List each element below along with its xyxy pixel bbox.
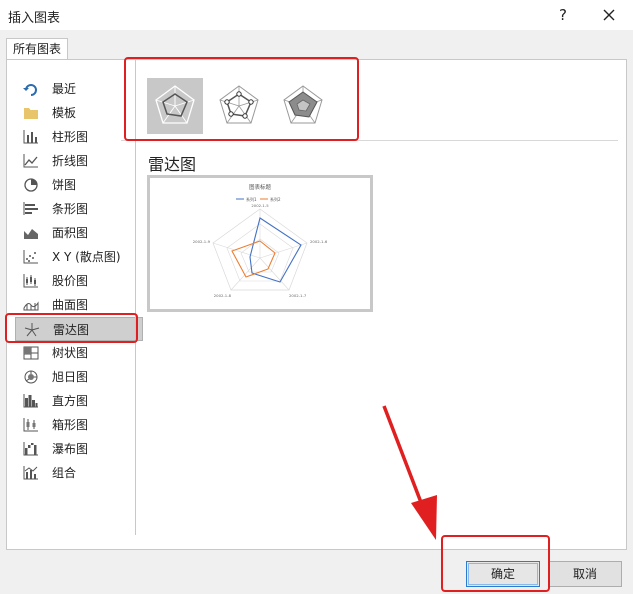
radar-preview-chart: 图表标题 系列1 系列2 2002-1-5 2002-1-6 2002-1-7 … xyxy=(193,183,328,298)
annotation-box-ok xyxy=(441,535,550,592)
combo-chart-icon xyxy=(23,466,38,480)
sidebar-item-label: 模板 xyxy=(52,106,77,120)
sidebar-item-label: 瀑布图 xyxy=(52,442,89,456)
axis-label: 2002-1-6 xyxy=(310,239,328,244)
legend-label-series1: 系列1 xyxy=(246,196,257,202)
sidebar-item-label: X Y (散点图) xyxy=(52,250,121,264)
chart-preview[interactable]: 图表标题 系列1 系列2 2002-1-5 2002-1-6 2002-1-7 … xyxy=(147,175,373,312)
tab-all-charts[interactable]: 所有图表 xyxy=(6,38,69,60)
radar-spokes xyxy=(212,209,308,291)
sidebar-item-label: 条形图 xyxy=(52,202,89,216)
annotation-box-subtypes xyxy=(124,57,359,141)
close-icon xyxy=(603,9,615,21)
sidebar-item-label: 折线图 xyxy=(52,154,89,168)
close-button[interactable] xyxy=(598,4,620,26)
sidebar-item-sunburst[interactable]: 旭日图 xyxy=(15,365,143,389)
sidebar-item-label: 柱形图 xyxy=(52,130,89,144)
bar-chart-icon xyxy=(23,202,38,215)
sidebar-item-combo[interactable]: 组合 xyxy=(15,461,143,485)
sidebar-item-treemap[interactable]: 树状图 xyxy=(15,341,143,365)
chart-type-title: 雷达图 xyxy=(148,155,197,174)
dialog-title: 插入图表 xyxy=(8,11,61,26)
sidebar-item-histogram[interactable]: 直方图 xyxy=(15,389,143,413)
scatter-chart-icon xyxy=(23,250,38,264)
sidebar-item-label: 最近 xyxy=(52,82,77,96)
folder-icon xyxy=(24,108,38,119)
sidebar-item-box-whisker[interactable]: 箱形图 xyxy=(15,413,143,437)
legend-label-series2: 系列2 xyxy=(270,196,281,202)
stock-chart-icon xyxy=(23,274,38,288)
sidebar-item-label: 树状图 xyxy=(52,346,89,360)
treemap-chart-icon xyxy=(23,346,39,360)
sidebar-item-stock[interactable]: 股价图 xyxy=(15,269,143,293)
preview-title: 图表标题 xyxy=(249,183,272,191)
sidebar-item-label: 组合 xyxy=(52,466,77,480)
sidebar-item-pie[interactable]: 饼图 xyxy=(15,173,143,197)
line-chart-icon xyxy=(23,154,38,168)
sidebar-item-label: 直方图 xyxy=(52,394,89,408)
series2-line xyxy=(231,240,276,278)
surface-chart-icon xyxy=(23,301,39,311)
axis-label: 2002-1-7 xyxy=(289,293,307,298)
sidebar-item-waterfall[interactable]: 瀑布图 xyxy=(15,437,143,461)
area-chart-icon xyxy=(24,229,38,239)
axis-label: 2002-1-8 xyxy=(214,293,232,298)
column-chart-icon xyxy=(23,130,38,144)
histogram-chart-icon xyxy=(23,394,38,408)
tab-strip: 所有图表 xyxy=(0,30,633,60)
waterfall-chart-icon xyxy=(23,442,38,456)
axis-label: 2002-1-9 xyxy=(193,239,211,244)
cancel-button[interactable]: 取消 xyxy=(548,561,622,587)
recent-icon xyxy=(23,84,37,96)
help-button[interactable]: ? xyxy=(552,4,574,26)
sidebar-item-line[interactable]: 折线图 xyxy=(15,149,143,173)
box-whisker-chart-icon xyxy=(23,418,38,432)
sidebar-item-scatter[interactable]: X Y (散点图) xyxy=(15,245,143,269)
axis-label: 2002-1-5 xyxy=(251,203,269,208)
sunburst-chart-icon xyxy=(24,370,38,384)
sidebar-item-label: 面积图 xyxy=(52,226,89,240)
sidebar-item-area[interactable]: 面积图 xyxy=(15,221,143,245)
sidebar-item-label: 股价图 xyxy=(52,274,89,288)
sidebar-item-label: 饼图 xyxy=(52,178,77,192)
sidebar-item-label: 箱形图 xyxy=(52,418,89,432)
pie-chart-icon xyxy=(24,178,38,192)
sidebar-item-bar[interactable]: 条形图 xyxy=(15,197,143,221)
title-bar: 插入图表 ? xyxy=(0,0,633,30)
sidebar-item-label: 曲面图 xyxy=(52,298,89,312)
annotation-box-radar-item xyxy=(5,313,138,343)
sidebar-item-label: 旭日图 xyxy=(52,370,89,384)
